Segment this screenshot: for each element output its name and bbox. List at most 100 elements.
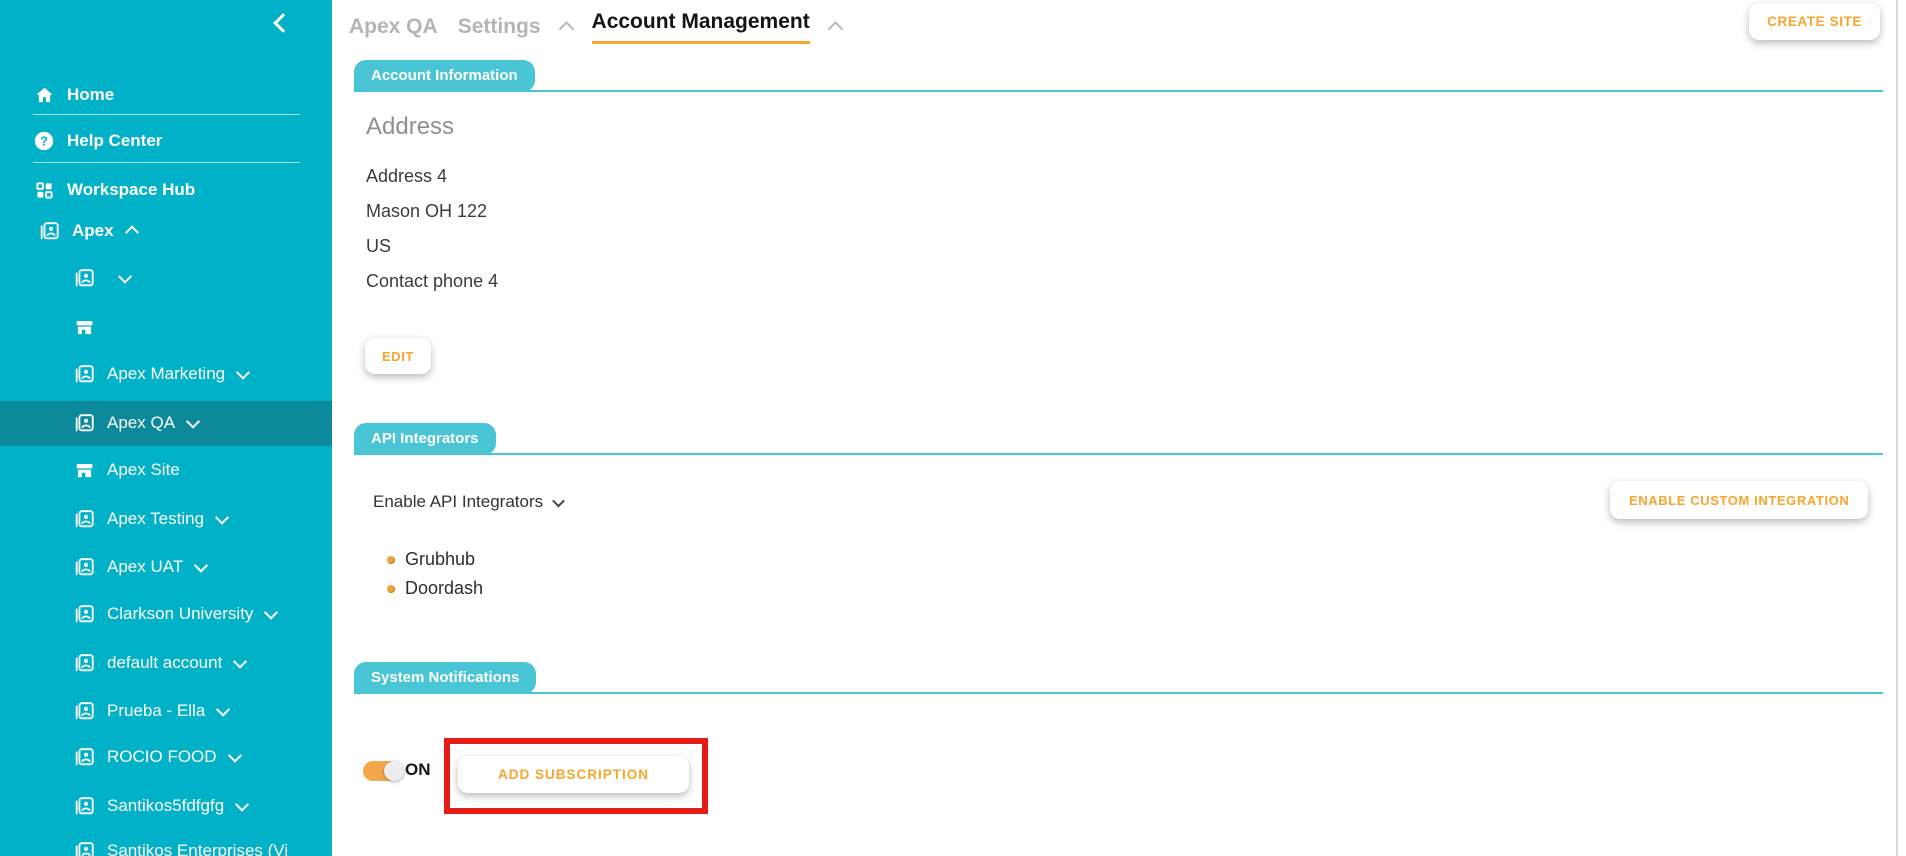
account-card-icon xyxy=(73,652,95,674)
sidebar-item-label: Apex Marketing xyxy=(107,364,226,383)
sidebar-item-label: Help Center xyxy=(67,131,163,150)
account-card-icon xyxy=(73,363,95,385)
svg-text:?: ? xyxy=(40,134,48,149)
sidebar-item-apex-site[interactable]: Apex Site xyxy=(73,454,180,486)
chevron-down-icon xyxy=(233,654,248,669)
chevron-down-icon xyxy=(214,510,230,525)
sidebar-item-help-center[interactable]: ? Help Center xyxy=(33,125,162,157)
sidebar-item-label: Prueba - Ella xyxy=(107,701,206,720)
sidebar-item-apex-marketing[interactable]: Apex Marketing xyxy=(73,358,251,390)
chevron-up-icon[interactable] xyxy=(827,20,844,37)
chevron-down-icon xyxy=(216,702,231,717)
address-line-2: Mason OH 122 xyxy=(366,201,488,221)
account-card-icon xyxy=(73,556,95,578)
sidebar-item-apex-testing[interactable]: Apex Testing xyxy=(73,503,230,535)
sidebar-item-site-blank[interactable] xyxy=(73,311,95,343)
sidebar-item-santikos5fdfgfg[interactable]: Santikos5fdfgfg xyxy=(73,790,250,822)
chevron-down-icon xyxy=(235,797,250,812)
sidebar-item-label: Santikos Enterprises (Vi xyxy=(107,841,289,856)
sidebar-item-apex[interactable]: Apex xyxy=(38,215,139,247)
chevron-down-icon xyxy=(552,494,565,507)
bullet-icon xyxy=(387,584,395,593)
account-card-icon xyxy=(73,840,95,856)
sidebar-item-label: Apex QA xyxy=(107,413,176,432)
sidebar-item-account-blank[interactable] xyxy=(73,262,133,294)
sidebar-collapse-button[interactable] xyxy=(273,13,296,36)
section-tab-account-information: Account Information xyxy=(354,60,535,92)
sidebar-item-label: ROCIO FOOD xyxy=(107,747,217,766)
integration-list-item: Grubhub xyxy=(387,549,475,570)
sidebar-item-label: Clarkson University xyxy=(107,604,254,623)
sidebar-item-prueba-ella[interactable]: Prueba - Ella xyxy=(73,695,231,727)
chevron-down-icon xyxy=(227,748,242,763)
account-card-icon xyxy=(73,746,95,768)
enable-custom-integration-button[interactable]: ENABLE CUSTOM INTEGRATION xyxy=(1610,481,1869,519)
sidebar-item-label: Apex Testing xyxy=(107,509,205,528)
sidebar-item-home[interactable]: Home xyxy=(33,79,114,111)
sidebar-item-workspace-hub[interactable]: Workspace Hub xyxy=(33,174,195,206)
chevron-down-icon xyxy=(264,605,279,620)
sidebar-divider xyxy=(33,114,300,115)
account-card-icon xyxy=(73,603,95,625)
sidebar-item-clarkson-university[interactable]: Clarkson University xyxy=(73,598,279,630)
account-card-icon xyxy=(73,412,95,434)
sidebar-item-santikos-enterprises[interactable]: Santikos Enterprises (Vi xyxy=(73,835,288,856)
breadcrumb-settings[interactable]: Settings xyxy=(458,15,541,39)
integration-list-item: Doordash xyxy=(387,578,483,599)
section-tab-api-integrators: API Integrators xyxy=(354,423,496,455)
sidebar-item-label: Santikos5fdfgfg xyxy=(107,796,225,815)
sidebar-item-label: Home xyxy=(67,85,115,104)
enable-api-integrators-label: Enable API Integrators xyxy=(373,492,544,511)
sidebar-item-label: default account xyxy=(107,653,223,672)
chevron-down-icon xyxy=(185,414,201,429)
sidebar-item-rocio-food[interactable]: ROCIO FOOD xyxy=(73,741,242,773)
workspace-grid-icon xyxy=(33,179,55,201)
home-icon xyxy=(33,84,55,106)
account-card-icon xyxy=(73,508,95,530)
add-subscription-button[interactable]: ADD SUBSCRIPTION xyxy=(458,756,689,793)
section-divider xyxy=(354,692,1883,694)
section-divider xyxy=(354,453,1883,455)
help-icon: ? xyxy=(33,130,55,152)
sidebar-item-label: Workspace Hub xyxy=(67,180,196,199)
notifications-toggle[interactable] xyxy=(363,761,404,781)
account-card-icon xyxy=(38,220,60,242)
sidebar-item-default-account[interactable]: default account xyxy=(73,647,248,679)
breadcrumb-account-name[interactable]: Apex QA xyxy=(349,15,438,39)
tab-account-management[interactable]: Account Management xyxy=(591,10,810,44)
chevron-down-icon xyxy=(194,558,209,573)
sidebar-item-apex-uat[interactable]: Apex UAT xyxy=(73,551,209,583)
create-site-button[interactable]: CREATE SITE xyxy=(1749,3,1880,40)
chevron-down-icon xyxy=(236,365,251,380)
account-card-icon xyxy=(73,700,95,722)
section-divider xyxy=(354,90,1883,92)
sidebar-item-label: Apex xyxy=(72,221,114,240)
store-icon xyxy=(73,316,95,338)
main-content: Apex QA Settings Account Management Acco… xyxy=(332,0,1896,856)
sidebar-item-label: Apex UAT xyxy=(107,557,184,576)
address-line-3: US xyxy=(366,236,392,256)
integration-name: Grubhub xyxy=(405,549,476,569)
chevron-left-icon xyxy=(273,13,293,33)
toggle-state-label: ON xyxy=(405,760,431,779)
address-line-1: Address 4 xyxy=(366,166,448,186)
app-window: Home ? Help Center Workspace Hub Apex Ap… xyxy=(0,0,1906,856)
toggle-knob xyxy=(384,761,404,781)
sidebar-item-apex-qa[interactable]: Apex QA xyxy=(73,407,201,439)
store-icon xyxy=(73,459,95,481)
section-tab-system-notifications: System Notifications xyxy=(354,662,537,694)
breadcrumb: Apex QA Settings Account Management xyxy=(349,10,844,44)
chevron-up-icon xyxy=(124,225,139,240)
address-line-4: Contact phone 4 xyxy=(366,271,499,291)
sidebar-item-label: Apex Site xyxy=(107,460,180,479)
integration-name: Doordash xyxy=(405,578,484,598)
account-card-icon xyxy=(73,795,95,817)
address-heading: Address xyxy=(366,113,455,140)
edit-button[interactable]: EDIT xyxy=(365,338,432,374)
sidebar-divider xyxy=(33,162,300,163)
enable-api-integrators-dropdown[interactable]: Enable API Integrators xyxy=(373,492,565,512)
account-card-icon xyxy=(73,267,95,289)
chevron-up-icon[interactable] xyxy=(558,20,574,37)
sidebar: Home ? Help Center Workspace Hub Apex Ap… xyxy=(0,0,332,856)
scrollbar-track[interactable] xyxy=(1896,0,1898,856)
